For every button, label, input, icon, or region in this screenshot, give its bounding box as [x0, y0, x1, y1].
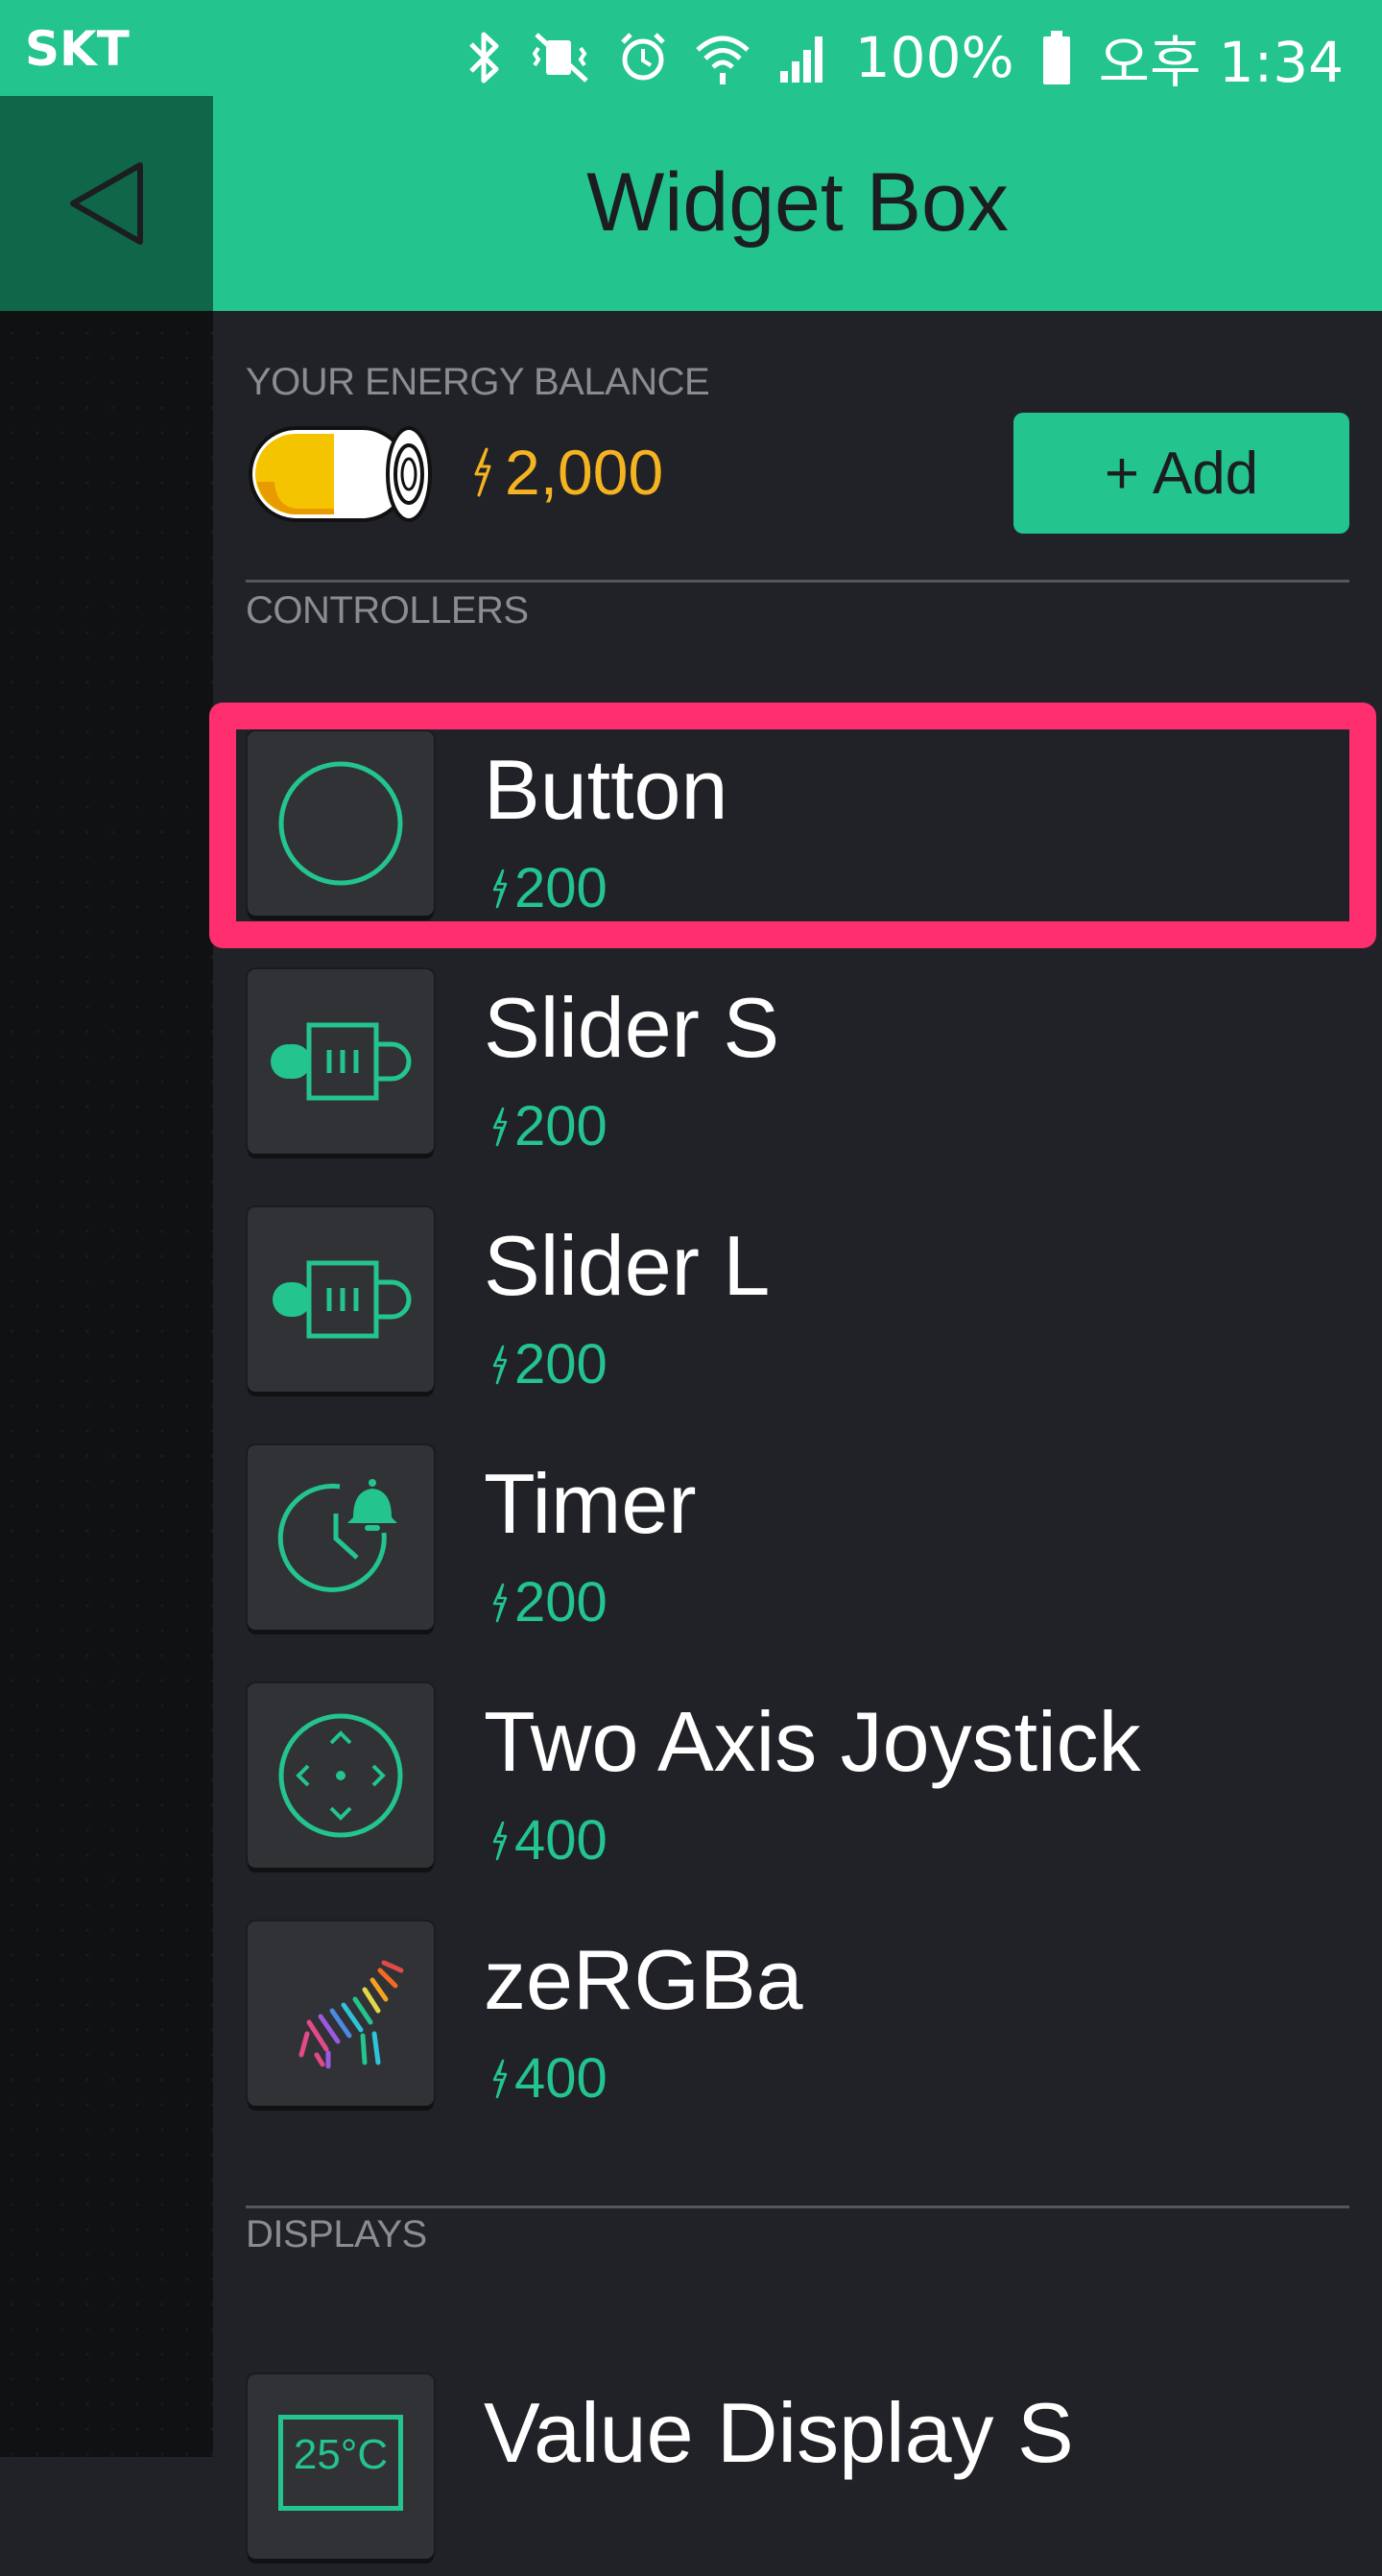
widget-item-two-axis-joystick[interactable]: Two Axis Joystick 400 [213, 1664, 1382, 1885]
widget-item-slider-l[interactable]: Slider L 200 [213, 1188, 1382, 1409]
add-energy-button[interactable]: + Add [1013, 413, 1349, 534]
section-divider [246, 2206, 1349, 2208]
widget-name: Timer [484, 1456, 697, 1551]
widget-item-slider-s[interactable]: Slider S 200 [213, 950, 1382, 1171]
signal-icon [779, 36, 822, 83]
value-display-icon-text: 25°C [278, 2415, 403, 2511]
controllers-section-label: CONTROLLERS [246, 589, 529, 632]
bluetooth-icon [468, 32, 499, 83]
widget-name: Button [484, 742, 728, 837]
widget-cost-amount: 200 [514, 1571, 608, 1634]
widget-name: Slider L [484, 1218, 771, 1313]
energy-bolt-icon [492, 1345, 508, 1384]
back-arrow-icon [70, 162, 143, 245]
energy-balance-label: YOUR ENERGY BALANCE [246, 361, 710, 403]
widget-item-timer[interactable]: Timer 200 [213, 1426, 1382, 1647]
widget-item-button[interactable]: Button 200 [213, 712, 1382, 933]
battery-icon [1042, 31, 1070, 84]
widget-cost: 400 [491, 2046, 608, 2111]
widget-cost-amount: 200 [514, 1333, 608, 1395]
widget-cost: 200 [491, 856, 608, 920]
slider-icon [248, 969, 434, 1154]
clock: 오후 1:34 [1098, 30, 1344, 95]
carrier-label: SKT [25, 21, 130, 77]
widget-cost: 400 [491, 1808, 608, 1872]
vibrate-mute-icon [532, 33, 588, 83]
widget-name: Two Axis Joystick [484, 1694, 1141, 1789]
joystick-icon [248, 1683, 434, 1868]
energy-bolt-icon [492, 1583, 508, 1622]
energy-battery-icon [249, 426, 432, 522]
zebra-icon [248, 1921, 434, 2106]
widget-item-zergba[interactable]: zeRGBa 400 [213, 1902, 1382, 2123]
widget-cost: 200 [491, 1094, 608, 1158]
battery-percent: 100% [854, 25, 1014, 90]
energy-bolt-icon [492, 869, 508, 908]
energy-balance-amount: 2,000 [505, 437, 664, 508]
button-circle-icon [248, 731, 434, 916]
dashboard-background [0, 96, 213, 2457]
alarm-icon [620, 33, 665, 81]
timer-icon [248, 1445, 434, 1630]
widget-cost: 200 [491, 1332, 608, 1396]
energy-bolt-icon [492, 1821, 508, 1860]
value-display-icon: 25°C [248, 2374, 434, 2559]
displays-section-label: DISPLAYS [246, 2213, 427, 2255]
back-button[interactable] [0, 96, 213, 311]
widget-item-value-display-s[interactable]: 25°C Value Display S [213, 2355, 1382, 2576]
widget-cost-amount: 400 [514, 1809, 608, 1872]
widget-cost: 200 [491, 1570, 608, 1634]
wifi-icon [696, 36, 750, 84]
energy-bolt-icon [474, 447, 491, 497]
section-divider [246, 580, 1349, 583]
widget-cost-amount: 200 [514, 857, 608, 919]
widget-name: zeRGBa [484, 1932, 803, 2027]
widget-cost-amount: 400 [514, 2047, 608, 2110]
widget-name: Slider S [484, 980, 780, 1075]
status-bar: SKT 100% 오후 1:34 [0, 0, 1382, 96]
page-title: Widget Box [586, 156, 1009, 249]
widget-cost-amount: 200 [514, 1095, 608, 1157]
slider-icon [248, 1207, 434, 1392]
widget-name: Value Display S [484, 2385, 1074, 2480]
status-icons: 100% 오후 1:34 [460, 17, 1344, 98]
energy-balance-value: 2,000 [472, 436, 663, 509]
energy-bolt-icon [492, 1107, 508, 1146]
widget-box-panel[interactable]: YOUR ENERGY BALANCE 2,000 + Add CONTROLL… [209, 311, 1382, 2559]
app-header: Widget Box [213, 96, 1382, 311]
energy-bolt-icon [492, 2059, 508, 2098]
